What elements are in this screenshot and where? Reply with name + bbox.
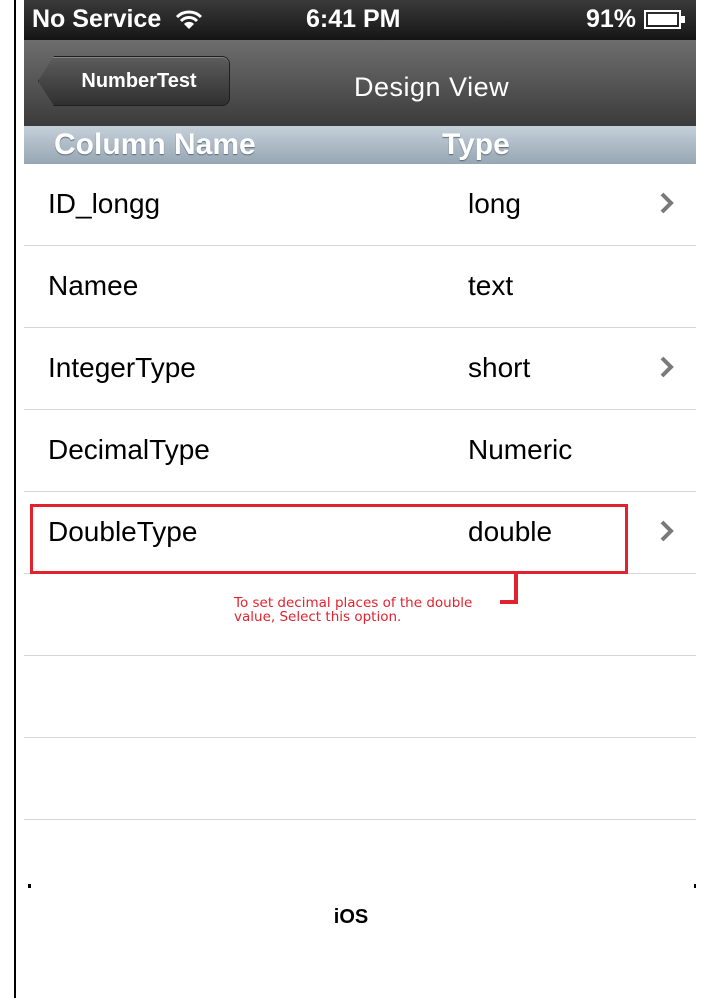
row-name: DecimalType	[48, 434, 210, 465]
navigation-bar: NumberTest Design View	[24, 40, 696, 127]
status-bar: No Service 6:41 PM 91%	[24, 0, 696, 40]
carrier-label: No Service	[32, 5, 162, 33]
document-border-line	[14, 0, 16, 998]
table-row[interactable]: IntegerType short	[24, 328, 696, 410]
crop-mark-left	[28, 884, 31, 888]
table-header: Column Name Type	[24, 126, 696, 164]
phone-screen: No Service 6:41 PM 91% NumberTest Design…	[24, 0, 696, 888]
figure-caption: iOS	[333, 906, 369, 928]
battery-group: 91%	[586, 5, 686, 34]
chevron-right-icon	[660, 356, 674, 378]
empty-row	[24, 738, 696, 820]
table-row[interactable]: Namee text	[24, 246, 696, 328]
annotation-note: To set decimal places of the double valu…	[234, 595, 473, 625]
wifi-icon	[176, 10, 203, 29]
table-row[interactable]: ID_longg long	[24, 164, 696, 246]
page-title: Design View	[354, 72, 510, 102]
row-name: Namee	[48, 270, 139, 301]
row-name: ID_longg	[48, 188, 161, 219]
clock-label: 6:41 PM	[306, 5, 401, 33]
back-button[interactable]: NumberTest	[38, 56, 230, 106]
carrier-group: No Service	[32, 5, 203, 34]
empty-row	[24, 820, 696, 888]
column-name-header: Column Name	[54, 128, 256, 161]
table-row[interactable]: DecimalType Numeric	[24, 410, 696, 492]
battery-icon	[644, 9, 685, 29]
row-type: Numeric	[468, 434, 573, 465]
battery-percent: 91%	[585, 5, 636, 33]
row-type: text	[468, 270, 514, 301]
row-type: long	[468, 188, 521, 219]
empty-row	[24, 656, 696, 738]
type-header: Type	[442, 128, 510, 161]
chevron-right-icon	[660, 192, 674, 214]
crop-mark-right	[694, 884, 696, 888]
highlight-box	[30, 504, 628, 574]
row-name: IntegerType	[48, 352, 196, 383]
chevron-right-icon	[660, 520, 674, 542]
row-type: short	[468, 352, 531, 383]
